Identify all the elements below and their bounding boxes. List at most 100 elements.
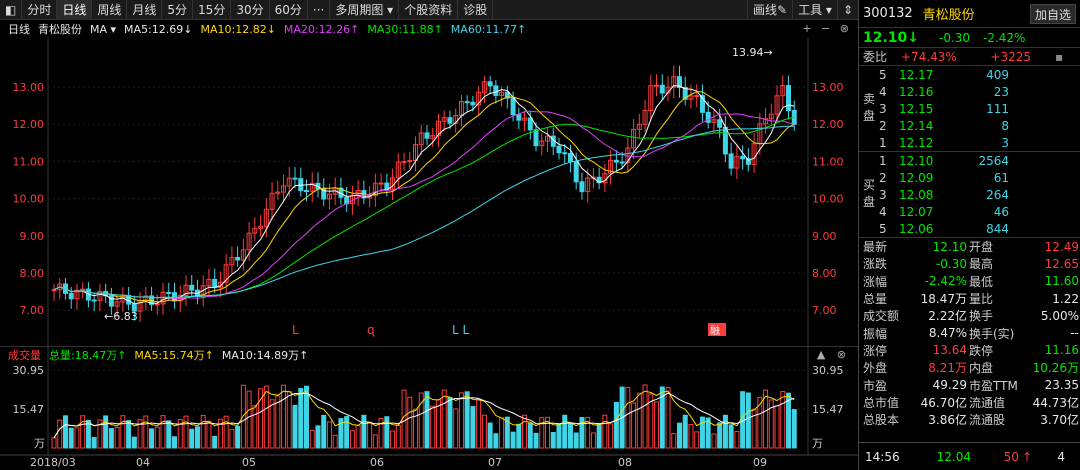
- more-periods-button[interactable]: ···: [308, 0, 331, 20]
- stat-value: 10.26万: [1032, 361, 1079, 376]
- price-tick-left: 7.00: [20, 304, 45, 317]
- price-tick-right: 8.00: [812, 267, 837, 280]
- tab-daily[interactable]: 日线: [57, 0, 93, 20]
- stat-label: 总股本: [863, 413, 900, 428]
- volume-bar: [481, 414, 487, 449]
- stat-row: 振幅 8.47% 换手(实) --: [859, 324, 1080, 341]
- buy-row[interactable]: 5 12.06 844: [859, 220, 1080, 237]
- volume-bar: [235, 426, 241, 449]
- scroll-handle-icon[interactable]: ▪: [1055, 50, 1063, 64]
- toolbar-menu-icon[interactable]: ◧: [0, 0, 23, 20]
- volume-bar: [470, 406, 476, 449]
- ma-legend: 日线 青松股份 MA ▾ MA5:12.69↓ MA10:12.82↓ MA20…: [0, 21, 858, 37]
- kline-chart-area[interactable]: 13.00 13.00 12.00 12.00 11.00 11.00 10.00 10.00…: [0, 0, 858, 470]
- stat-value: 46.70亿: [920, 395, 967, 410]
- stat-label: 最低: [969, 274, 994, 289]
- volume-bar: [372, 434, 378, 449]
- tick-time: 14:56: [865, 449, 900, 464]
- tab-30min[interactable]: 30分: [231, 0, 270, 20]
- volume-bar: [608, 423, 614, 449]
- quote-stats: 最新 12.10 开盘 12.49 涨跌 -0.30 最高 12.65 涨幅 -2.42% 最低 11…: [859, 238, 1080, 428]
- volume-bar: [430, 405, 436, 449]
- legend-ma60: MA60:11.77↑: [450, 22, 527, 36]
- diagnose-button[interactable]: 诊股: [458, 0, 494, 20]
- volume-bar: [200, 415, 206, 449]
- buy-row[interactable]: 2 12.09 61: [859, 169, 1080, 186]
- sell-level: 3: [879, 101, 887, 116]
- volume-bar: [453, 408, 459, 449]
- price-bar: 12.10↓ -0.30 -2.42%: [859, 28, 1080, 48]
- draw-line-button[interactable]: 画线✎: [747, 0, 792, 20]
- volume-bar: [349, 430, 355, 449]
- candle-body: [613, 159, 619, 163]
- sell-row[interactable]: 4 12.16 23: [859, 83, 1080, 100]
- volume-bar: [298, 388, 304, 449]
- buy-row[interactable]: 1 12.10 2564: [859, 152, 1080, 169]
- scroll-arrows-icon[interactable]: ⇕: [836, 0, 858, 20]
- stat-value: 3.70亿: [1040, 413, 1079, 428]
- stat-label: 开盘: [969, 240, 994, 255]
- tick-count: 4: [1057, 449, 1065, 464]
- tools-dropdown[interactable]: 工具 ▾: [792, 0, 837, 20]
- sell-row[interactable]: 2 12.14 8: [859, 117, 1080, 134]
- candle-body: [235, 256, 241, 261]
- stat-label: 最高: [969, 257, 994, 272]
- volume-legend: 成交量 总量:18.47万↑ MA5:15.74万↑ MA10:14.89万↑ …: [0, 346, 858, 362]
- legend-ma10: MA10:12.82↓: [200, 22, 276, 36]
- sell-volume: 8: [1001, 118, 1009, 133]
- stat-value: -2.42%: [924, 274, 967, 289]
- volume-bar: [573, 432, 579, 449]
- buy-level: 5: [879, 221, 887, 236]
- price-change: -0.30: [939, 30, 971, 45]
- legend-ma5: MA5:12.69↓: [124, 22, 193, 36]
- candle-body: [579, 181, 585, 193]
- volume-bar: [745, 392, 751, 449]
- candle-body: [740, 155, 746, 160]
- volume-bar: [131, 436, 137, 449]
- tab-15min[interactable]: 15分: [193, 0, 232, 20]
- tab-60min[interactable]: 60分: [270, 0, 308, 20]
- sell-side-label: 卖盘: [863, 92, 876, 123]
- stock-info-button[interactable]: 个股资料: [399, 0, 459, 20]
- stat-value: 8.21万: [928, 361, 967, 376]
- candle-body: [51, 289, 57, 292]
- volume-bar: [321, 414, 327, 449]
- stat-label: 流通值: [969, 395, 1006, 410]
- buy-row[interactable]: 3 12.08 264: [859, 186, 1080, 203]
- add-watchlist-button[interactable]: 加自选: [1030, 4, 1076, 24]
- multi-period-dropdown[interactable]: 多周期图 ▾: [330, 0, 400, 20]
- tab-timeshare[interactable]: 分时: [22, 0, 58, 20]
- sell-row[interactable]: 3 12.15 111: [859, 100, 1080, 117]
- event-marker: L: [292, 323, 299, 337]
- volume-bar: [269, 399, 275, 449]
- candle-body: [303, 190, 309, 193]
- legend-zoom-controls[interactable]: + − ⊗: [802, 22, 852, 35]
- tab-monthly[interactable]: 月线: [127, 0, 163, 20]
- volume-tick-left: 30.95: [13, 364, 45, 377]
- volume-panel-controls[interactable]: ▲ ⊗: [817, 348, 850, 361]
- sell-row[interactable]: 5 12.17 409: [859, 66, 1080, 83]
- tab-5min[interactable]: 5分: [162, 0, 194, 20]
- price-tick-left: 9.00: [20, 230, 45, 243]
- volume-bar: [590, 432, 596, 449]
- volume-bar: [126, 420, 132, 449]
- buy-price: 12.10: [899, 153, 934, 168]
- sell-volume: 111: [986, 101, 1009, 116]
- volume-bar: [791, 409, 797, 449]
- candle-body: [447, 117, 453, 124]
- volume-bar: [189, 428, 195, 449]
- volume-bar: [361, 414, 367, 449]
- buy-level: 1: [879, 153, 887, 168]
- stat-label: 量比: [969, 292, 994, 307]
- candle-body: [510, 97, 516, 116]
- tab-weekly[interactable]: 周线: [92, 0, 128, 20]
- volume-bar: [114, 427, 120, 449]
- ma-selector[interactable]: MA ▾: [90, 23, 116, 36]
- sell-row[interactable]: 1 12.12 3: [859, 134, 1080, 151]
- buy-row[interactable]: 4 12.07 46: [859, 203, 1080, 220]
- volume-bar: [160, 415, 166, 449]
- candle-body: [573, 161, 579, 183]
- last-price: 12.10↓: [863, 29, 920, 46]
- volume-bar: [223, 415, 229, 449]
- stat-row: 涨停 13.64 跌停 11.16: [859, 342, 1080, 359]
